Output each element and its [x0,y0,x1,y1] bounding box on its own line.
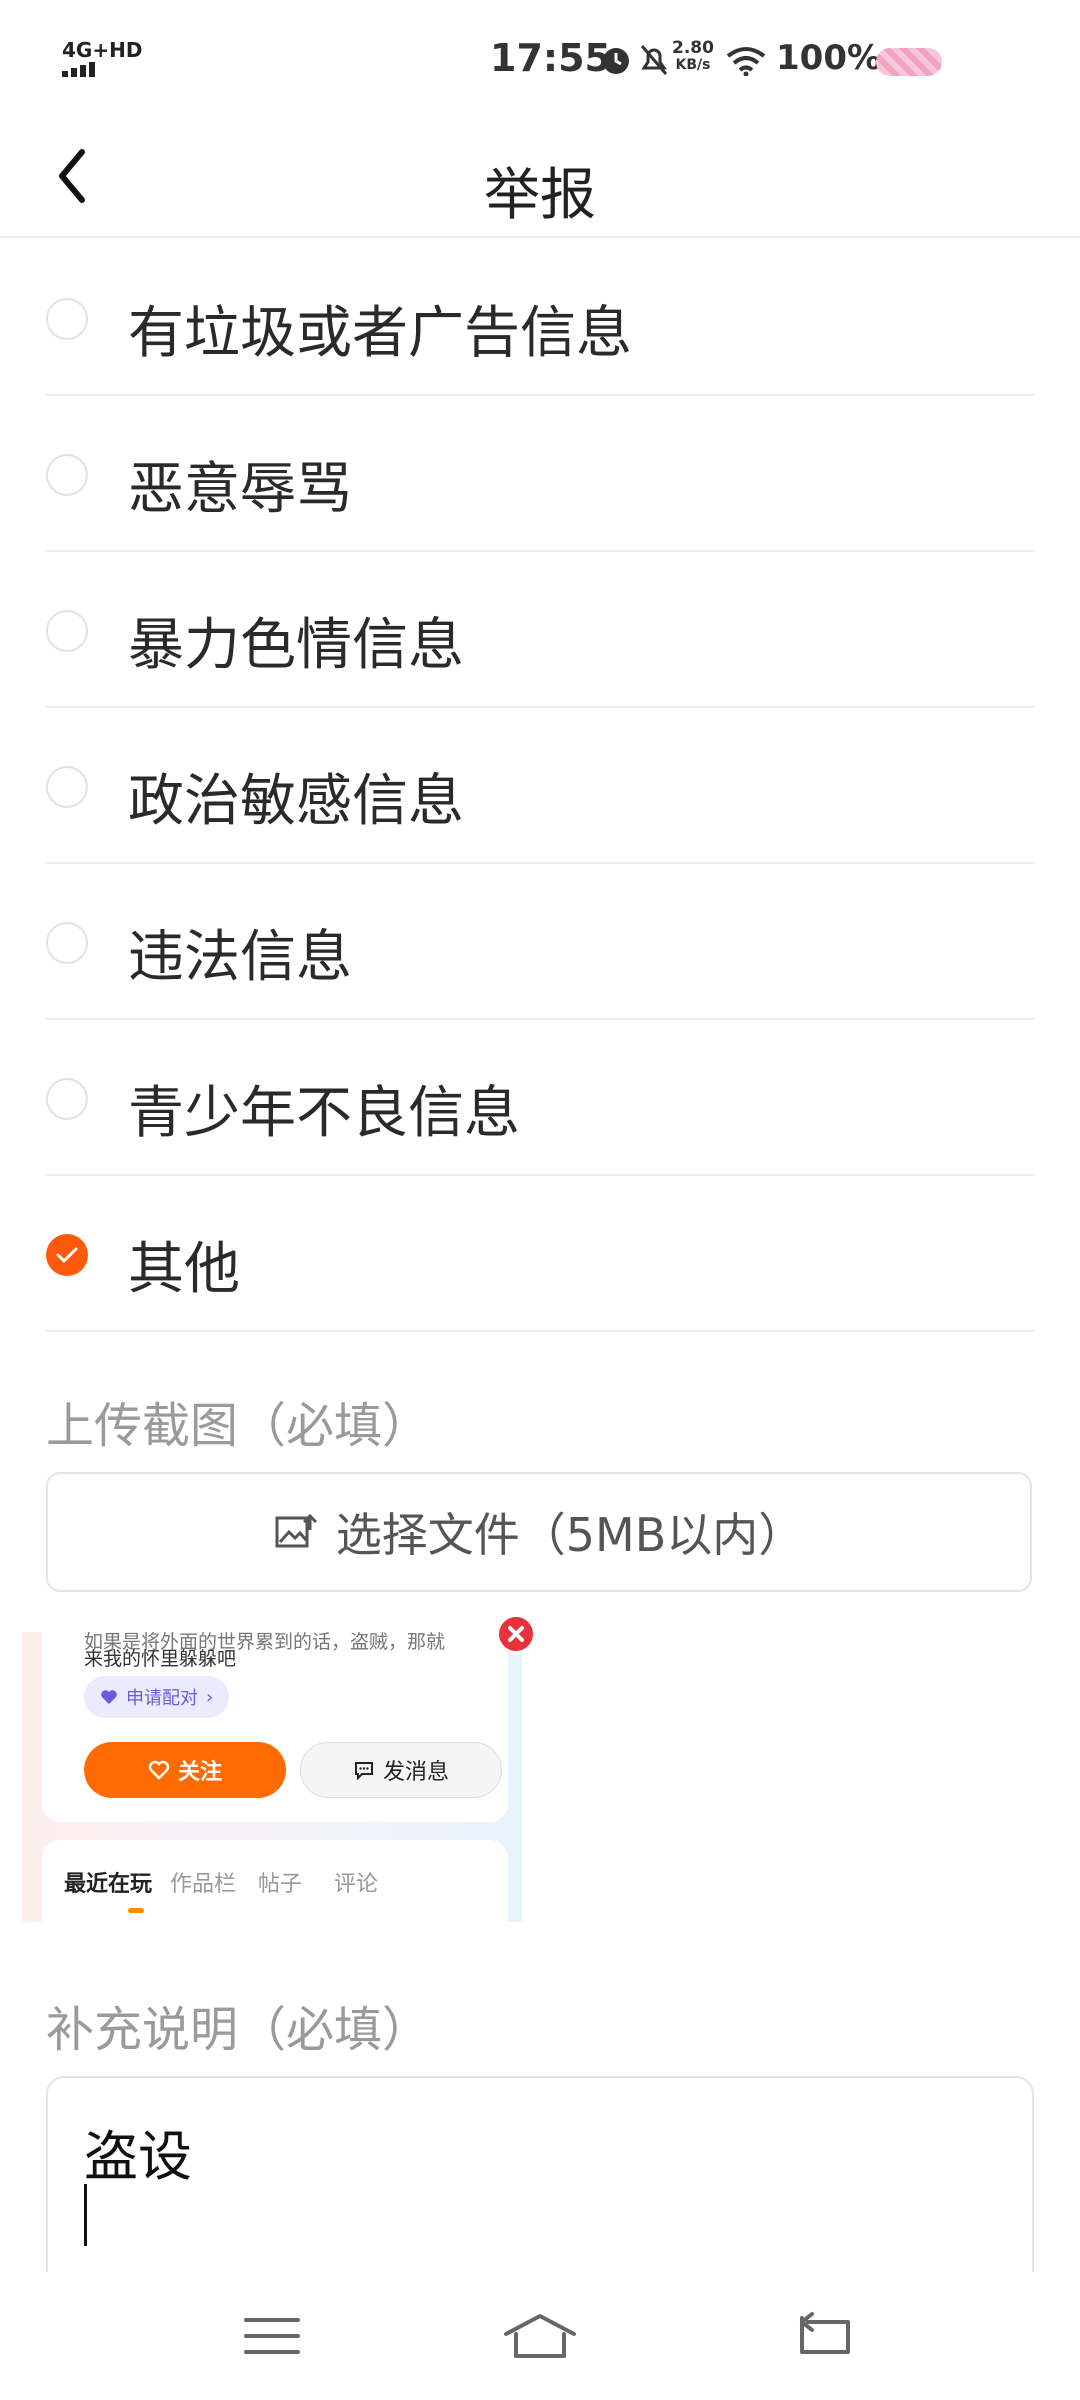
close-icon [508,1626,524,1642]
uploaded-screenshot-thumbnail[interactable]: 如果是将外面的世界累到的话，盗贼，那就 来我的怀里躲躲吧 申请配对 › 关注 发… [22,1632,522,1922]
wifi-icon [726,47,766,76]
tab-works: 作品栏 [170,1872,237,1897]
reason-option-abuse[interactable]: 恶意辱骂 [46,396,1034,552]
network-indicator: 4G+HD [62,38,143,62]
heart-icon [101,1690,117,1704]
radio-button[interactable] [46,298,88,340]
description-value: 盗设 [84,2125,192,2188]
option-label: 有垃圾或者广告信息 [128,301,632,366]
mute-icon [640,45,668,75]
profile-tabs: 最近在玩 作品栏 帖子 评论 [42,1840,508,1922]
battery-level: 100% [776,38,882,78]
radio-button[interactable] [46,922,88,964]
profile-card: 如果是将外面的世界累到的话，盗贼，那就 来我的怀里躲躲吧 申请配对 › 关注 发… [42,1632,508,1822]
description-label: 补充说明（必填） [46,2002,431,2058]
text-cursor [84,2184,87,2246]
option-label: 政治敏感信息 [128,769,464,834]
tab-recent: 最近在玩 [64,1872,153,1897]
option-label: 恶意辱骂 [128,457,352,522]
radio-button-checked[interactable] [46,1234,88,1276]
tab-posts: 帖子 [258,1872,303,1897]
network-speed: 2.80 KB/s [672,38,714,74]
checkmark-icon [56,1247,78,1263]
report-reason-list: 有垃圾或者广告信息 恶意辱骂 暴力色情信息 政治敏感信息 违法信息 青少年不良信… [46,240,1034,1332]
system-nav-bar [0,2272,1080,2400]
tab-indicator [128,1908,144,1913]
chat-icon [354,1762,373,1781]
reason-option-minors[interactable]: 青少年不良信息 [46,1020,1034,1176]
option-label: 违法信息 [128,925,352,990]
signal-icon [62,62,95,77]
option-label: 其他 [128,1237,240,1302]
choose-file-button[interactable]: 选择文件（5MB以内） [46,1472,1032,1592]
reason-option-spam[interactable]: 有垃圾或者广告信息 [46,240,1034,396]
tab-comments: 评论 [334,1872,379,1897]
radio-button[interactable] [46,454,88,496]
choose-file-label: 选择文件（5MB以内） [335,1508,805,1562]
reason-option-political[interactable]: 政治敏感信息 [46,708,1034,864]
radio-button[interactable] [46,766,88,808]
radio-button[interactable] [46,1078,88,1120]
option-label: 暴力色情信息 [128,613,464,678]
follow-heart-icon [148,1760,170,1780]
pair-request-tag: 申请配对 › [84,1676,230,1718]
page-title: 举报 [484,163,596,228]
status-bar: 4G+HD 17:55 2.80 KB/s 100% [0,0,1080,120]
reason-option-violence[interactable]: 暴力色情信息 [46,552,1034,708]
menu-icon[interactable] [232,2308,312,2364]
app-header: 举报 [0,120,1080,238]
radio-button[interactable] [46,610,88,652]
reason-option-illegal[interactable]: 违法信息 [46,864,1034,1020]
clock: 17:55 [490,36,611,80]
option-label: 青少年不良信息 [128,1081,520,1146]
upload-label: 上传截图（必填） [46,1398,431,1454]
image-upload-icon [275,1513,317,1548]
alarm-icon [603,48,629,74]
remove-image-button[interactable] [496,1614,536,1654]
home-icon[interactable] [500,2308,580,2364]
message-button: 发消息 [300,1742,502,1798]
battery-icon [876,48,942,76]
reason-option-other[interactable]: 其他 [46,1176,1034,1332]
back-nav-icon[interactable] [788,2308,868,2364]
follow-button: 关注 [84,1742,286,1798]
profile-bio: 来我的怀里躲躲吧 [84,1648,237,1670]
